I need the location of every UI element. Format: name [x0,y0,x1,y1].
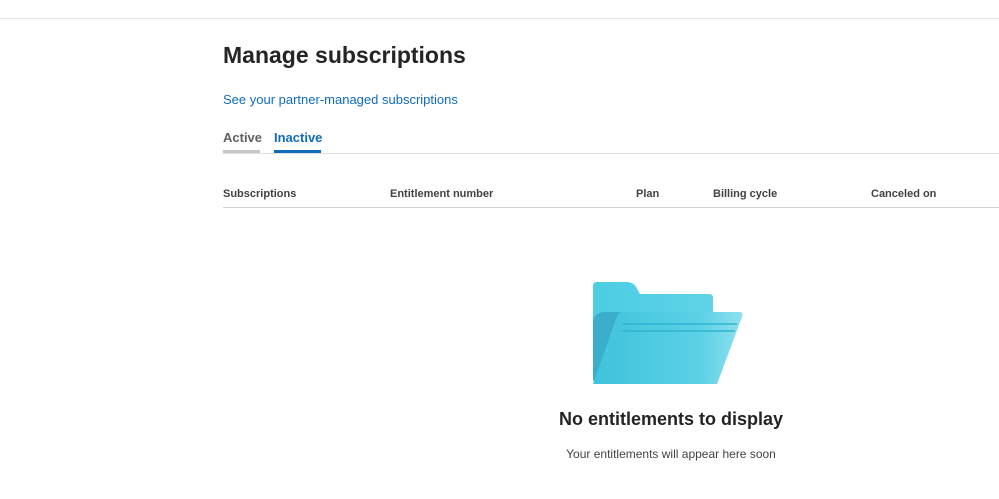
page: Manage subscriptions See your partner-ma… [0,0,999,499]
table-header: Subscriptions Entitlement number Plan Bi… [223,187,999,208]
column-header-plan[interactable]: Plan [636,188,659,200]
column-header-canceled-on[interactable]: Canceled on [871,188,936,200]
subscription-tabs: Active Inactive [223,130,999,154]
column-header-billing-cycle[interactable]: Billing cycle [713,188,777,200]
page-title: Manage subscriptions [223,42,466,68]
column-header-subscriptions[interactable]: Subscriptions [223,188,296,200]
empty-state: No entitlements to display Your entitlem… [531,282,811,482]
empty-state-subtitle: Your entitlements will appear here soon [566,447,776,461]
tab-inactive[interactable]: Inactive [274,130,322,153]
tab-active[interactable]: Active [223,130,262,153]
partner-managed-subscriptions-link[interactable]: See your partner-managed subscriptions [223,92,458,107]
column-header-entitlement-number[interactable]: Entitlement number [390,188,493,200]
empty-state-title: No entitlements to display [558,409,784,429]
folder-icon [593,282,743,384]
